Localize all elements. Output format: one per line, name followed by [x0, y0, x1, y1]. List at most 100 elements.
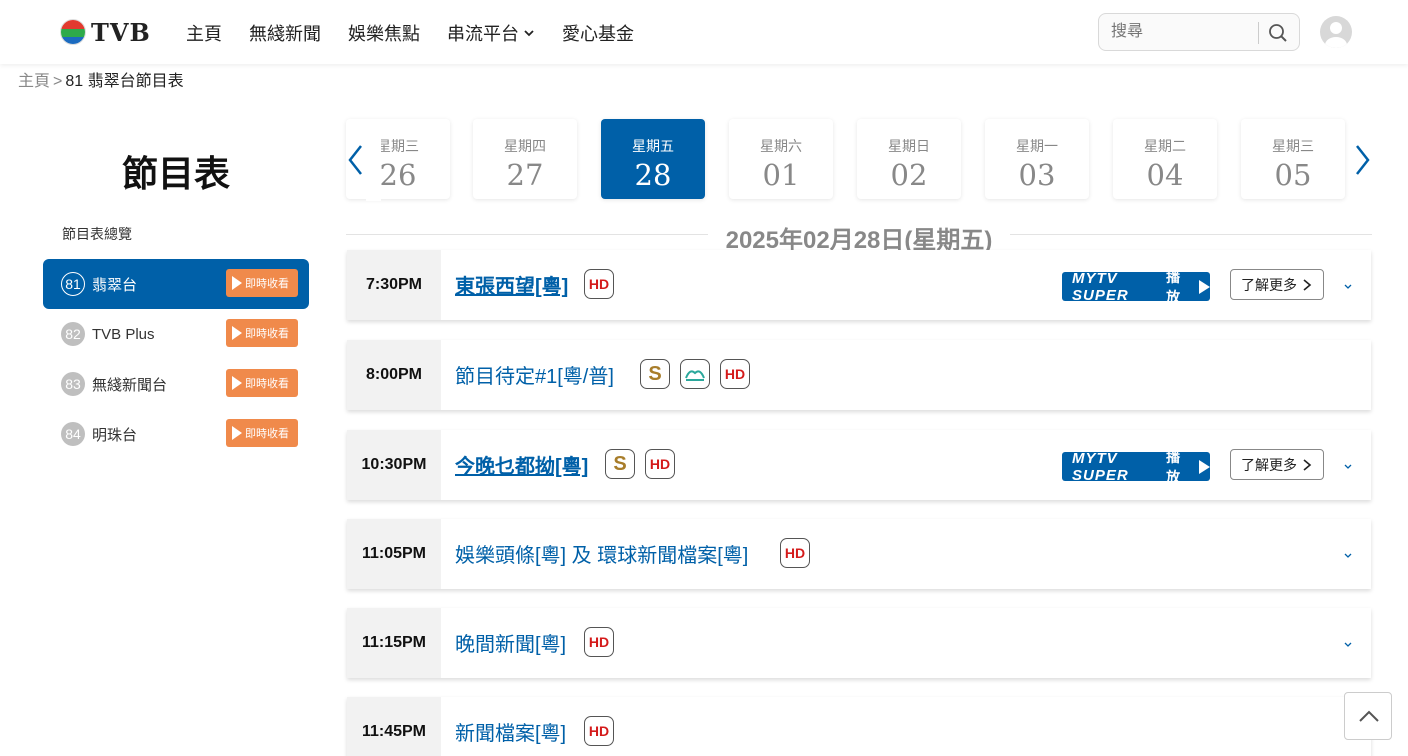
channel-name: 無綫新聞台	[92, 376, 168, 394]
mytv-super-logo: MYTV SUPER	[1072, 269, 1129, 304]
channel-number: 84	[61, 422, 85, 446]
date-weekday: 星期三	[1272, 138, 1314, 154]
channel-number: 81	[61, 272, 85, 296]
programme-time: 7:30PM	[347, 250, 441, 320]
search-icon[interactable]	[1267, 22, 1289, 44]
tvb-logo[interactable]: TVB	[60, 18, 151, 47]
channel-item-82[interactable]: 82 TVB Plus 即時收看	[43, 309, 309, 359]
programme-title[interactable]: 娛樂頭條[粵] 及 環球新聞檔案[粵]	[455, 539, 748, 568]
programme-time: 11:15PM	[347, 608, 441, 678]
programme-row[interactable]: 7:30PM 東張西望[粵] HD MYTV SUPER 播放 了解更多	[347, 250, 1371, 320]
channel-item-81[interactable]: 81 翡翠台 即時收看	[43, 259, 309, 309]
nav-streaming[interactable]: 串流平台	[447, 20, 535, 46]
hd-badge: HD	[645, 449, 675, 479]
search-input[interactable]	[1111, 22, 1251, 42]
programme-time: 11:05PM	[347, 519, 441, 589]
channel-number: 83	[61, 372, 85, 396]
mytv-play-label: 播放	[1166, 448, 1181, 485]
mytv-super-logo: MYTV SUPER	[1072, 449, 1129, 484]
chevron-right-icon	[1303, 278, 1312, 291]
channel-name: 明珠台	[92, 426, 138, 444]
user-avatar-icon[interactable]	[1320, 16, 1352, 48]
main-nav: 主頁 無綫新聞 娛樂焦點 串流平台 愛心基金	[186, 20, 661, 46]
chevron-down-icon	[524, 30, 534, 37]
subtitle-badge: S	[605, 449, 635, 479]
learn-more-button[interactable]: 了解更多	[1230, 269, 1324, 300]
nav-news[interactable]: 無綫新聞	[249, 20, 321, 46]
learn-more-label: 了解更多	[1241, 276, 1297, 293]
chevron-right-icon[interactable]	[1352, 143, 1372, 177]
date-weekday: 星期一	[1016, 138, 1058, 154]
date-weekday: 星期四	[504, 138, 546, 154]
date-selector: 星期三 26 星期四 27 星期五 28 星期六 01 星期日 02 星期一 03 星期二 0…	[346, 119, 1372, 201]
hd-badge: HD	[584, 269, 614, 299]
play-icon	[232, 426, 242, 440]
search-box	[1098, 13, 1300, 51]
mytv-play-label: 播放	[1166, 268, 1181, 305]
programme-title[interactable]: 今晚乜都拗[粵]	[455, 450, 588, 479]
watch-live-label: 即時收看	[245, 378, 289, 390]
chevron-up-icon	[1359, 710, 1379, 722]
watch-live-button[interactable]: 即時收看	[226, 419, 298, 447]
date-tab[interactable]: 星期六 01	[729, 119, 833, 199]
channel-list: 81 翡翠台 即時收看 82 TVB Plus 即時收看 83 無綫新聞台 即時…	[43, 259, 309, 459]
programme-title[interactable]: 晚間新聞[粵]	[455, 628, 566, 657]
watch-live-button[interactable]: 即時收看	[226, 369, 298, 397]
chevron-left-icon[interactable]	[346, 143, 366, 177]
programme-time: 11:45PM	[347, 697, 441, 756]
programme-row[interactable]: 11:45PM 新聞檔案[粵] HD	[347, 697, 1371, 756]
breadcrumb-home[interactable]: 主頁	[18, 73, 50, 90]
nav-streaming-label: 串流平台	[447, 24, 519, 44]
channel-item-84[interactable]: 84 明珠台 即時收看	[43, 409, 309, 459]
programme-row[interactable]: 8:00PM 節目待定#1[粵/普] S HD	[347, 340, 1371, 410]
channel-name: 翡翠台	[92, 276, 138, 294]
programme-row[interactable]: 11:15PM 晚間新聞[粵] HD	[347, 608, 1371, 678]
programme-title[interactable]: 東張西望[粵]	[455, 270, 568, 299]
nav-home[interactable]: 主頁	[186, 20, 222, 46]
date-tab[interactable]: 星期日 02	[857, 119, 961, 199]
breadcrumb-current: 81 翡翠台節目表	[65, 73, 184, 90]
date-day: 27	[506, 158, 544, 192]
chevron-down-icon[interactable]	[1342, 460, 1354, 472]
date-day: 05	[1274, 158, 1312, 192]
play-icon	[232, 376, 242, 390]
date-weekday: 星期二	[1144, 138, 1186, 154]
top-navigation-bar: TVB 主頁 無綫新聞 娛樂焦點 串流平台 愛心基金	[0, 0, 1408, 64]
schedule-overview-label[interactable]: 節目表總覽	[62, 224, 132, 244]
chevron-down-icon[interactable]	[1342, 549, 1354, 561]
nav-charity[interactable]: 愛心基金	[562, 20, 634, 46]
channel-name: TVB Plus	[92, 325, 155, 343]
watch-live-button[interactable]: 即時收看	[226, 319, 298, 347]
mytv-super-play-button[interactable]: MYTV SUPER 播放	[1062, 269, 1210, 305]
channel-number: 82	[61, 322, 85, 346]
programme-row[interactable]: 10:30PM 今晚乜都拗[粵] S HD MYTV SUPER 播放 了解更多	[347, 430, 1371, 500]
watch-live-button[interactable]: 即時收看	[226, 269, 298, 297]
date-tab[interactable]: 星期二 04	[1113, 119, 1217, 199]
programme-title[interactable]: 節目待定#1[粵/普]	[455, 360, 614, 389]
nav-entertainment[interactable]: 娛樂焦點	[348, 20, 420, 46]
date-weekday: 星期日	[888, 138, 930, 154]
learn-more-button[interactable]: 了解更多	[1230, 449, 1324, 480]
play-icon	[232, 326, 242, 340]
date-tab[interactable]: 星期三 05	[1241, 119, 1345, 199]
mytv-super-play-button[interactable]: MYTV SUPER 播放	[1062, 449, 1210, 485]
subtitle-badge: S	[640, 359, 670, 389]
programme-title[interactable]: 新聞檔案[粵]	[455, 717, 566, 746]
chevron-down-icon[interactable]	[1342, 280, 1354, 292]
back-to-top-button[interactable]	[1344, 692, 1392, 740]
play-icon	[232, 276, 242, 290]
watch-live-label: 即時收看	[245, 428, 289, 440]
date-day: 01	[762, 158, 800, 192]
hd-badge: HD	[780, 538, 810, 568]
programme-row[interactable]: 11:05PM 娛樂頭條[粵] 及 環球新聞檔案[粵] HD	[347, 519, 1371, 589]
chevron-down-icon[interactable]	[1342, 638, 1354, 650]
watch-live-label: 即時收看	[245, 278, 289, 290]
breadcrumb-separator: >	[53, 73, 63, 90]
search-divider	[1258, 22, 1259, 44]
date-tab[interactable]: 星期一 03	[985, 119, 1089, 199]
chevron-right-icon	[1303, 458, 1312, 471]
date-weekday: 星期五	[632, 138, 674, 154]
channel-item-83[interactable]: 83 無綫新聞台 即時收看	[43, 359, 309, 409]
date-tab-selected[interactable]: 星期五 28	[601, 119, 705, 199]
date-tab[interactable]: 星期四 27	[473, 119, 577, 199]
